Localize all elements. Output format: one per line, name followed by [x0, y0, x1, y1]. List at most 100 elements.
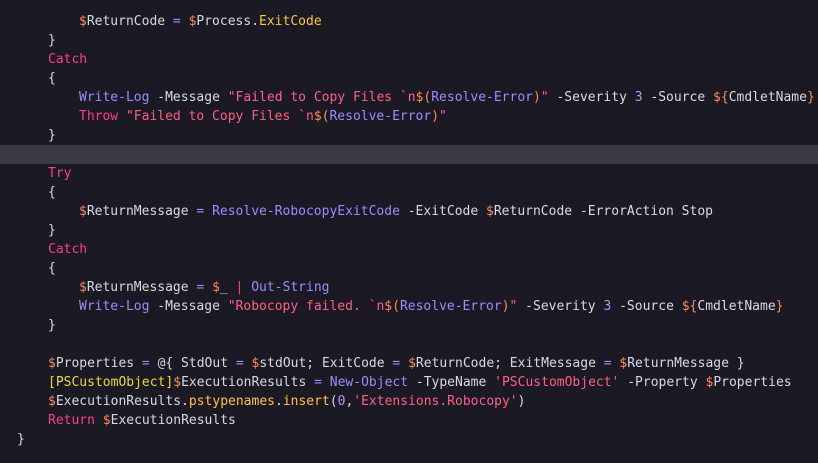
code-line[interactable]: Catch [0, 50, 818, 69]
code-token-string: " [439, 109, 447, 124]
code-token-plain: -ExitCode [407, 204, 487, 219]
code-line-text: Return $ExecutionResults [48, 411, 236, 430]
code-token-variable: ) [532, 90, 541, 105]
code-token-plain: -Source [619, 299, 682, 314]
code-token-plain: ) [517, 394, 526, 409]
code-token-plain: @{ StdOut [157, 356, 236, 371]
code-token-plain: _ [219, 280, 236, 295]
code-token-operator: = [172, 14, 189, 29]
code-token-plain: } [48, 128, 56, 143]
code-line-text: } [48, 31, 56, 50]
code-token-plain: CmdletName [697, 299, 776, 314]
code-token-plain: ReturnMessage } [627, 356, 745, 371]
code-token-string: "Failed to Copy Files `n [125, 109, 314, 124]
code-token-cmdlet: New-Object [329, 375, 416, 390]
code-line[interactable]: { [0, 183, 818, 202]
code-editor[interactable]: $ReturnCode = $Process.ExitCode} Catch{Wr… [0, 0, 818, 463]
code-line[interactable]: Throw "Failed to Copy Files `n$(Resolve-… [0, 107, 818, 126]
code-token-keyword: Try [48, 166, 72, 181]
code-token-operator: = [603, 356, 620, 371]
current-line-highlight[interactable] [0, 145, 818, 164]
code-line[interactable]: [PSCustomObject]$ExecutionResults = New-… [0, 373, 818, 392]
code-token-plain: . [274, 394, 283, 409]
code-line[interactable]: } [0, 31, 818, 50]
code-token-string: " [540, 90, 557, 105]
code-token-plain: } [48, 318, 56, 333]
code-token-keyword: Throw [79, 109, 126, 124]
code-token-variable: $( [313, 109, 330, 124]
code-line[interactable]: Write-Log -Message "Failed to Copy Files… [0, 88, 818, 107]
code-token-plain: . [181, 394, 189, 409]
code-token-plain: ReturnCode [86, 14, 173, 29]
code-token-number: 3 [634, 90, 651, 105]
code-token-cmdlet: Resolve-Error [329, 109, 432, 124]
code-token-cmdlet: Out-String [251, 280, 330, 295]
code-line[interactable]: Write-Log -Message "Robocopy failed. `n$… [0, 297, 818, 316]
code-token-keyword: Return [48, 413, 103, 428]
code-token-plain: -Source [650, 90, 714, 105]
code-line[interactable]: } [0, 126, 818, 145]
code-line[interactable]: } [0, 430, 818, 449]
code-line[interactable]: Try [0, 164, 818, 183]
code-token-plain: -Severity [525, 299, 604, 314]
code-line[interactable]: $ExecutionResults.pstypenames.insert(0,'… [0, 392, 818, 411]
code-token-plain: ExecutionResults [181, 375, 315, 390]
code-line-text: } [48, 221, 56, 240]
code-token-variable: $( [384, 299, 400, 314]
code-line[interactable]: } [0, 221, 818, 240]
code-token-variable: $ [408, 356, 416, 371]
code-token-variable: $ [173, 375, 182, 390]
code-token-operator: = [196, 280, 213, 295]
code-token-plain: Process [196, 14, 252, 29]
code-token-plain: -TypeName [415, 375, 495, 390]
code-line[interactable]: $ReturnMessage = Resolve-RobocopyExitCod… [0, 202, 818, 221]
code-token-variable: $ [79, 204, 87, 219]
code-token-plain: . [251, 14, 260, 29]
code-token-plain: CmdletName [728, 90, 807, 105]
code-token-variable: ${ [681, 299, 698, 314]
code-token-variable: ) [501, 299, 510, 314]
code-line-text: Write-Log -Message "Failed to Copy Files… [79, 88, 815, 107]
code-token-variable: $ [48, 394, 56, 409]
code-token-variable: ) [431, 109, 440, 124]
code-token-plain: ReturnCode; ExitMessage [415, 356, 604, 371]
code-line-text: $Properties = @{ StdOut = $stdOut; ExitC… [48, 354, 745, 373]
code-token-variable: $ [212, 280, 220, 295]
code-line-text: $ReturnMessage = Resolve-RobocopyExitCod… [79, 202, 713, 221]
code-line[interactable]: { [0, 259, 818, 278]
code-line[interactable]: $ReturnMessage = $_ | Out-String [0, 278, 818, 297]
code-token-plain: ReturnCode [493, 204, 580, 219]
code-token-plain: } [48, 223, 56, 238]
code-token-variable: $ [102, 413, 111, 428]
code-line[interactable]: Catch [0, 240, 818, 259]
code-token-property: ExitCode [259, 14, 322, 29]
code-line-text: $ReturnCode = $Process.ExitCode [79, 12, 322, 31]
code-line-text: Write-Log -Message "Robocopy failed. `n$… [79, 297, 784, 316]
code-line-text: { [48, 183, 56, 202]
code-token-variable: } [775, 299, 784, 314]
code-token-plain: ( [329, 394, 338, 409]
code-line[interactable]: } [0, 316, 818, 335]
code-token-plain: } [17, 432, 25, 447]
code-line[interactable]: $ReturnCode = $Process.ExitCode [0, 12, 818, 31]
code-token-plain: { [48, 261, 56, 276]
code-token-operator: = [196, 204, 213, 219]
code-token-plain: -Severity [556, 90, 635, 105]
code-line[interactable]: { [0, 69, 818, 88]
code-line[interactable]: Return $ExecutionResults [0, 411, 818, 430]
code-token-plain: -ErrorAction Stop [579, 204, 713, 219]
code-token-plain: -Message [157, 299, 228, 314]
code-line-text: Catch [48, 50, 87, 69]
code-token-plain: -Message [157, 90, 228, 105]
code-line[interactable]: $Properties = @{ StdOut = $stdOut; ExitC… [0, 354, 818, 373]
code-line[interactable] [0, 335, 818, 354]
code-token-plain: } [48, 33, 56, 48]
code-token-operator: = [235, 356, 252, 371]
code-token-cmdlet: Resolve-RobocopyExitCode [212, 204, 408, 219]
code-token-variable: $ [48, 356, 56, 371]
code-line-text: $ExecutionResults.pstypenames.insert(0,'… [48, 392, 525, 411]
code-token-cmdlet: Write-Log [79, 90, 158, 105]
code-token-plain: Properties [713, 375, 792, 390]
code-token-keyword: Catch [48, 242, 88, 257]
code-token-variable: $ [79, 14, 87, 29]
